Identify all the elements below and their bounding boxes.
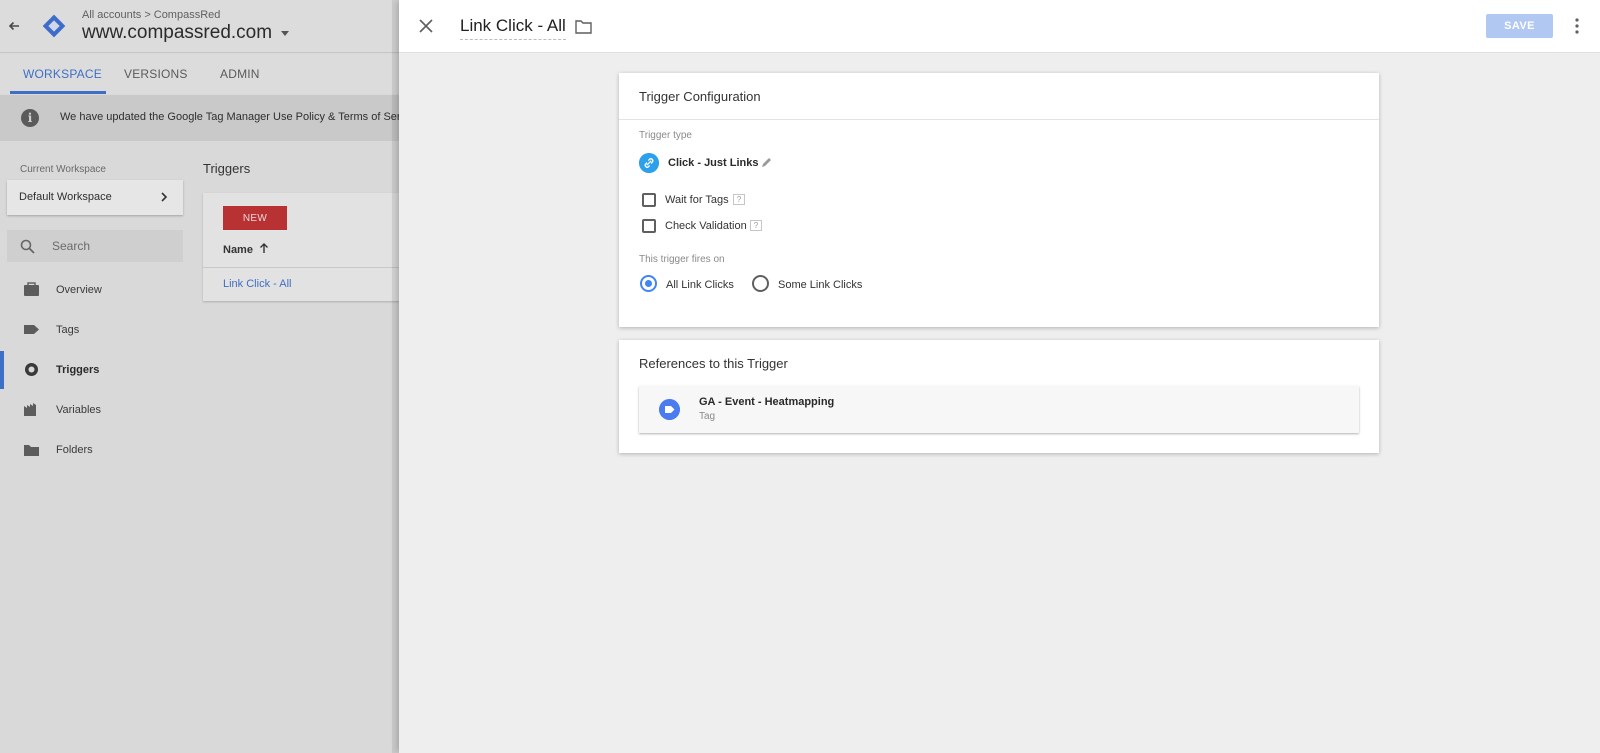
policy-notice: i We have updated the Google Tag Manager… xyxy=(0,95,420,141)
trigger-configuration-card[interactable]: Trigger Configuration Trigger type Click… xyxy=(619,73,1379,327)
card-title: References to this Trigger xyxy=(639,356,788,371)
breadcrumb[interactable]: All accounts > CompassRed xyxy=(82,9,220,21)
workspace-name: Default Workspace xyxy=(19,191,112,203)
card-title: Trigger Configuration xyxy=(639,89,761,104)
link-icon xyxy=(639,153,659,173)
background-app: All accounts > CompassRed www.compassred.c… xyxy=(0,0,420,753)
all-link-clicks-radio[interactable] xyxy=(640,275,657,292)
sheet-header: Link Click - All SAVE xyxy=(399,0,1600,53)
trigger-icon xyxy=(25,363,38,376)
info-icon: i xyxy=(21,109,39,127)
search-icon xyxy=(20,239,35,254)
radio-label[interactable]: Some Link Clicks xyxy=(778,279,862,291)
sidebar-item-label: Folders xyxy=(56,444,93,456)
container-selector[interactable]: www.compassred.com xyxy=(82,22,272,44)
checkbox-label: Check Validation xyxy=(665,220,747,232)
back-arrow-icon[interactable] xyxy=(6,18,22,34)
sidebar-item-folders[interactable]: Folders xyxy=(0,431,190,469)
active-tab-indicator xyxy=(10,91,106,94)
help-icon[interactable]: ? xyxy=(733,194,745,205)
sidebar-item-label: Overview xyxy=(56,284,102,296)
sidebar-item-overview[interactable]: Overview xyxy=(0,271,190,309)
workspace-selector[interactable]: Default Workspace xyxy=(7,180,183,215)
more-vert-icon[interactable] xyxy=(1574,17,1580,35)
breadcrumb-root[interactable]: All accounts xyxy=(82,9,141,21)
briefcase-icon xyxy=(24,282,39,296)
trigger-editor-sheet: Link Click - All SAVE Trigger Configurat… xyxy=(399,0,1600,753)
tab-workspace[interactable]: WORKSPACE xyxy=(23,67,102,81)
new-trigger-button[interactable]: NEW xyxy=(223,206,287,230)
divider xyxy=(619,119,1379,120)
sidebar-item-triggers[interactable]: Triggers xyxy=(0,351,190,389)
sidebar-item-variables[interactable]: Variables xyxy=(0,391,190,429)
fires-on-label: This trigger fires on xyxy=(639,254,725,265)
breadcrumb-account[interactable]: CompassRed xyxy=(154,9,221,21)
search-box[interactable] xyxy=(7,230,183,262)
app-header: All accounts > CompassRed www.compassred.c… xyxy=(0,0,400,53)
page-title: Triggers xyxy=(203,161,251,176)
sidebar-item-tags[interactable]: Tags xyxy=(0,311,190,349)
triggers-list-card: NEW Name Link Click - All xyxy=(203,193,403,301)
gtm-logo-icon xyxy=(42,14,66,38)
caret-down-icon[interactable] xyxy=(281,31,289,36)
close-icon[interactable] xyxy=(419,19,433,33)
checkbox-label: Wait for Tags xyxy=(665,194,729,206)
workspace-tabs: WORKSPACE VERSIONS ADMIN xyxy=(0,54,400,94)
sort-ascending-icon[interactable] xyxy=(258,242,270,254)
active-nav-indicator xyxy=(0,351,4,389)
breadcrumb-separator: > xyxy=(144,9,151,21)
references-card: References to this Trigger GA - Event - … xyxy=(619,340,1379,453)
wait-for-tags-checkbox[interactable] xyxy=(642,193,656,207)
check-validation-checkbox[interactable] xyxy=(642,219,656,233)
save-button[interactable]: SAVE xyxy=(1486,14,1553,38)
trigger-type-label: Trigger type xyxy=(639,130,692,141)
radio-label[interactable]: All Link Clicks xyxy=(666,279,734,291)
divider xyxy=(203,267,403,268)
sidebar-item-label: Tags xyxy=(56,324,80,336)
tag-icon xyxy=(659,399,680,420)
current-workspace-label: Current Workspace xyxy=(20,164,106,175)
check-validation-option[interactable]: Check Validation ? xyxy=(639,218,839,234)
trigger-row-link[interactable]: Link Click - All xyxy=(223,278,291,290)
name-column-header[interactable]: Name xyxy=(223,244,253,256)
variables-icon xyxy=(24,403,36,416)
some-link-clicks-radio[interactable] xyxy=(752,275,769,292)
search-input[interactable] xyxy=(52,237,172,255)
folder-icon[interactable] xyxy=(575,19,592,34)
trigger-type-name[interactable]: Click - Just Links xyxy=(668,157,758,169)
folder-icon xyxy=(24,445,39,456)
reference-name: GA - Event - Heatmapping xyxy=(699,396,835,408)
chevron-right-icon xyxy=(161,192,168,202)
trigger-name-title[interactable]: Link Click - All xyxy=(460,16,566,40)
tag-icon xyxy=(24,325,39,334)
reference-type: Tag xyxy=(699,411,716,422)
pencil-icon[interactable] xyxy=(761,156,773,168)
reference-item[interactable]: GA - Event - Heatmapping Tag xyxy=(639,386,1359,433)
notice-text: We have updated the Google Tag Manager U… xyxy=(60,111,421,123)
sidebar-item-label: Variables xyxy=(56,404,102,416)
tab-admin[interactable]: ADMIN xyxy=(220,67,260,81)
help-icon[interactable]: ? xyxy=(750,220,762,231)
sidebar-item-label: Triggers xyxy=(56,364,100,376)
tab-versions[interactable]: VERSIONS xyxy=(124,67,188,81)
wait-for-tags-option[interactable]: Wait for Tags ? xyxy=(639,192,839,208)
